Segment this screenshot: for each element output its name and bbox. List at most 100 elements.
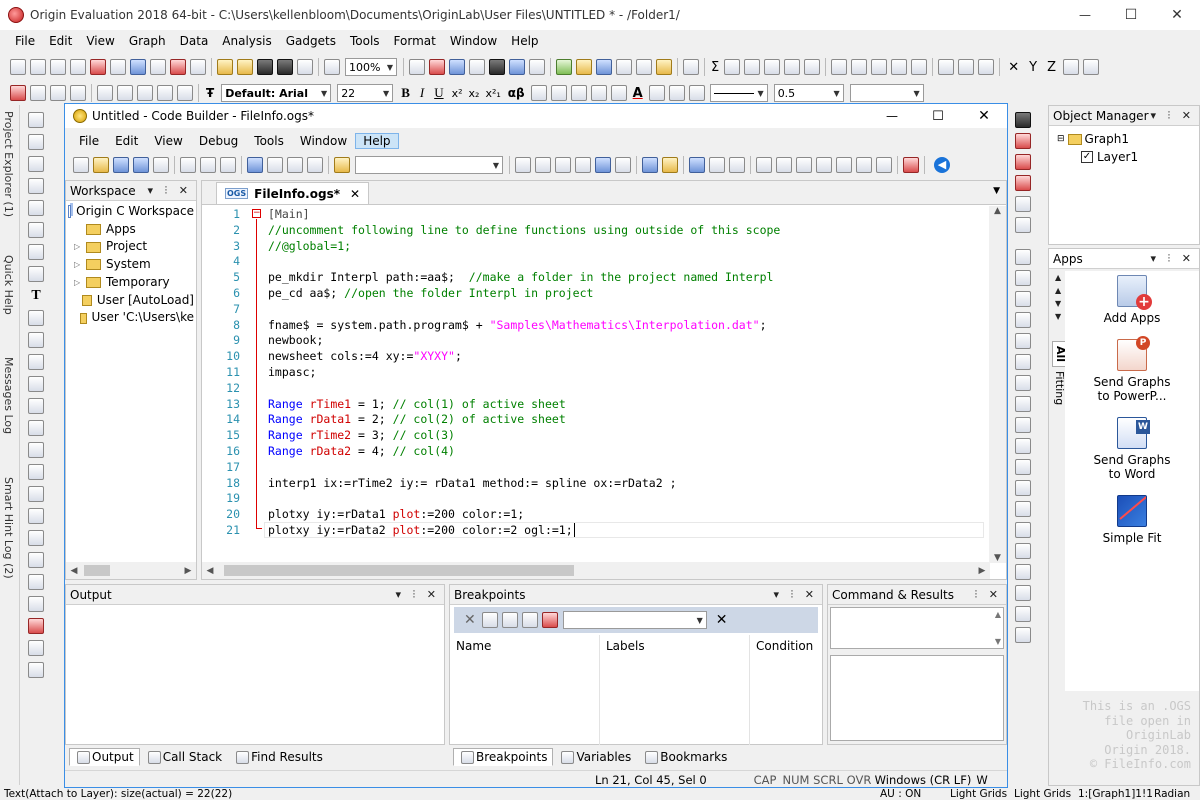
- tab-bookmarks[interactable]: Bookmarks: [637, 748, 733, 766]
- stack-icon[interactable]: [97, 85, 113, 101]
- backward-icon[interactable]: [1015, 354, 1031, 370]
- workspace-hscrollbar[interactable]: ◀ ▶: [66, 562, 196, 579]
- cb-maximize-button[interactable]: ☐: [915, 109, 961, 124]
- plot-column-icon[interactable]: [871, 59, 888, 75]
- app-send-graphs-powerpoint[interactable]: P Send Graphs to PowerP...: [1087, 336, 1177, 403]
- app-send-graphs-word[interactable]: W Send Graphs to Word: [1087, 417, 1177, 481]
- editor-vscrollbar[interactable]: ▲ ▼: [989, 206, 1006, 563]
- plot-line-icon[interactable]: [831, 59, 848, 75]
- bold-button[interactable]: B: [401, 85, 410, 101]
- gadget-icon[interactable]: [656, 59, 672, 75]
- cb-tooltip-icon[interactable]: [836, 157, 852, 173]
- transpose-icon[interactable]: [137, 85, 153, 101]
- plot-stack-icon[interactable]: [891, 59, 908, 75]
- insert-image-icon[interactable]: [28, 442, 44, 458]
- delete-all-breakpoints-icon[interactable]: [481, 612, 498, 628]
- fold-marker[interactable]: −: [252, 209, 261, 218]
- frequency-icon[interactable]: [804, 59, 821, 75]
- cb-menu-help[interactable]: Help: [355, 133, 399, 149]
- set-disregard-icon[interactable]: [1062, 59, 1079, 75]
- cb-watch-icon[interactable]: [776, 157, 792, 173]
- expand-icon[interactable]: ▷: [74, 238, 84, 256]
- line-width-combo[interactable]: 0.5 ▼: [773, 84, 844, 102]
- results-log-icon[interactable]: [509, 59, 525, 75]
- new-matrix-icon[interactable]: [70, 59, 86, 75]
- column-labels[interactable]: Labels: [600, 635, 750, 745]
- rescale-y-icon[interactable]: [1015, 175, 1031, 191]
- mask-icon[interactable]: [28, 464, 44, 480]
- y-axis-button[interactable]: Y: [1029, 60, 1037, 75]
- refresh-icon[interactable]: [429, 59, 445, 75]
- cb-print-icon[interactable]: [153, 157, 169, 173]
- editor-tab-menu-icon[interactable]: ▼: [993, 186, 1000, 196]
- insert-graph-icon[interactable]: [28, 420, 44, 436]
- cursor-tool-icon[interactable]: [28, 574, 44, 590]
- import-wizard-icon[interactable]: [70, 85, 86, 101]
- superscript-icon[interactable]: x²: [452, 87, 463, 100]
- save-template-icon[interactable]: [277, 59, 293, 75]
- cb-debug-icon[interactable]: [642, 157, 658, 173]
- menu-window[interactable]: Window: [443, 34, 504, 48]
- record-icon[interactable]: [28, 618, 44, 634]
- cb-menu-tools[interactable]: Tools: [246, 133, 292, 149]
- arrange-icon[interactable]: [1015, 606, 1031, 622]
- clear-axis-x-icon[interactable]: ✕: [1008, 60, 1019, 75]
- project-explorer-icon[interactable]: [556, 59, 572, 75]
- duplicate-icon[interactable]: [449, 59, 465, 75]
- calculator-icon[interactable]: [28, 596, 44, 612]
- border-icon[interactable]: [590, 85, 607, 101]
- cb-menu-edit[interactable]: Edit: [107, 133, 146, 149]
- menu-tools[interactable]: Tools: [343, 34, 387, 48]
- apps-scroll-controls[interactable]: ▲ ▲ ▼ ▼: [1055, 271, 1061, 323]
- italic-button[interactable]: I: [420, 85, 424, 101]
- symbol-icon[interactable]: [668, 85, 685, 101]
- clear-filter-icon[interactable]: [958, 59, 975, 75]
- row-stats-icon[interactable]: [784, 59, 801, 75]
- cb-menu-window[interactable]: Window: [292, 133, 355, 149]
- subscript-icon[interactable]: x₂: [469, 87, 480, 100]
- hand-tool-icon[interactable]: [28, 398, 44, 414]
- code-builder-icon[interactable]: [489, 59, 505, 75]
- front-icon[interactable]: [1015, 291, 1031, 307]
- new-excel-icon[interactable]: [170, 59, 186, 75]
- paste-format-icon[interactable]: [177, 85, 193, 101]
- layer-tool-icon[interactable]: [28, 640, 44, 656]
- command-window-icon[interactable]: [529, 59, 545, 75]
- distribute-h-icon[interactable]: [1015, 543, 1031, 559]
- cb-callstack-icon[interactable]: [816, 157, 832, 173]
- line-style-combo[interactable]: ▼: [709, 84, 768, 102]
- tab-call-stack[interactable]: Call Stack: [140, 748, 228, 766]
- circle-tool-icon[interactable]: [28, 530, 44, 546]
- command-input[interactable]: ▲ ▼: [830, 607, 1004, 649]
- app-simple-fit[interactable]: Simple Fit: [1087, 495, 1177, 545]
- add-table-icon[interactable]: [28, 310, 44, 326]
- menu-file[interactable]: File: [8, 34, 42, 48]
- text-tool-icon[interactable]: T: [31, 288, 40, 304]
- cb-next-bookmark-icon[interactable]: [615, 157, 631, 173]
- delete-breakpoint-icon[interactable]: ✕: [464, 612, 476, 628]
- new-notes-icon[interactable]: [110, 59, 126, 75]
- align-right-icon[interactable]: [1015, 396, 1031, 412]
- go-to-breakpoint-icon[interactable]: [521, 612, 538, 628]
- close-button[interactable]: ✕: [1154, 7, 1200, 23]
- increase-font-icon[interactable]: [530, 85, 547, 101]
- new-project-icon[interactable]: [10, 59, 26, 75]
- reapply-filter-icon[interactable]: [978, 59, 995, 75]
- import-multiple-icon[interactable]: [30, 85, 46, 101]
- rescale-x-icon[interactable]: [1015, 154, 1031, 170]
- zoom-combo[interactable]: 100% ▼: [345, 58, 397, 76]
- plot-area-icon[interactable]: [911, 59, 928, 75]
- tab-output[interactable]: Output: [69, 748, 140, 766]
- apps-controls[interactable]: ▾ ⫶ ✕: [1151, 252, 1195, 266]
- same-width-icon[interactable]: [1015, 501, 1031, 517]
- annotation-icon[interactable]: [28, 244, 44, 260]
- export-icon[interactable]: [297, 59, 313, 75]
- font-size-combo[interactable]: 22 ▼: [337, 84, 394, 102]
- import-ascii-icon[interactable]: [10, 85, 26, 101]
- workspace-root[interactable]: Origin C Workspace: [68, 203, 194, 221]
- column-name[interactable]: Name: [450, 635, 600, 745]
- filter-icon[interactable]: [938, 59, 955, 75]
- breakpoints-pane-controls[interactable]: ▾ ⫶ ✕: [774, 588, 818, 602]
- expand-icon[interactable]: ▷: [74, 274, 84, 292]
- object-graph-node[interactable]: ⊟ Graph1: [1057, 130, 1199, 148]
